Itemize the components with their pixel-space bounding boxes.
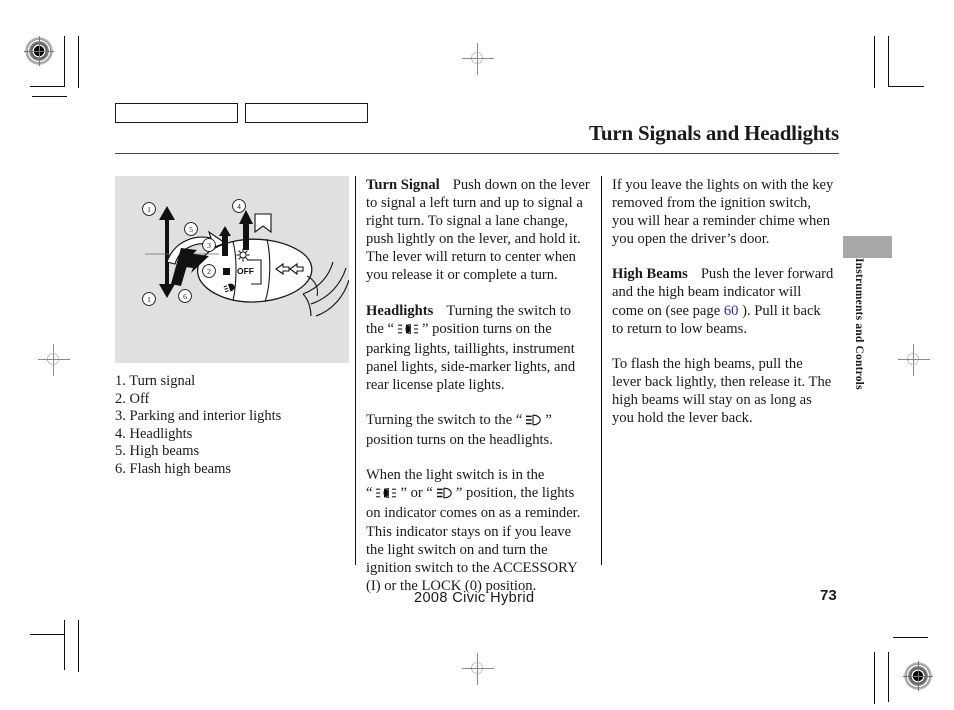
crop-mark-bottom-right-vertical [888,652,889,702]
parking-light-symbol [375,486,397,504]
registration-crosshair-bottom-center [462,653,494,685]
svg-text:5: 5 [189,225,193,234]
header-box-right [245,103,368,123]
svg-text:OFF: OFF [237,266,254,276]
figure-callout-list: 1. Turn signal 2. Off 3. Parking and int… [115,373,349,478]
headlight-symbol [525,413,542,431]
right-column: If you leave the lights on with the key … [612,176,834,427]
svg-text:1: 1 [147,295,151,304]
column-divider-left [355,176,356,565]
turn-signal-lever-illustration: OFF 1 1 6 5 3 2 4 [115,176,349,363]
column-divider-right [601,176,602,565]
callout-item-6: 6. Flash high beams [115,460,231,477]
crop-mark-top-left-outer-vertical [78,36,79,88]
high-beams-heading: High Beams [612,266,688,283]
crop-mark-top-right-outer-vertical [874,36,875,88]
headlights-heading: Headlights [366,302,434,319]
left-column: OFF 1 1 6 5 3 2 4 1. Turn signal 2. Off … [115,176,349,478]
header-box-left [115,103,238,123]
crop-mark-top-left-outer [32,96,67,97]
headlights-paragraph: Headlights Turning the switch to the “” p… [366,302,592,394]
crop-mark-top-left-vertical [64,36,65,86]
registration-crosshair-right-center [898,344,930,376]
indicator-after: ” position, the lights on indicator come… [366,485,581,594]
registration-crosshair-top-center [462,43,494,75]
page-reference-link[interactable]: 60 [724,303,739,319]
high-beams-paragraph: High Beams Push the lever forward and the… [612,265,834,337]
callout-item-1: 1. Turn signal [115,373,196,389]
svg-text:2: 2 [207,267,211,276]
crop-mark-bottom-right-outer-vertical [874,652,875,704]
title-divider [115,153,839,154]
svg-text:4: 4 [237,202,241,211]
indicator-quote-open: “ [366,485,373,502]
headlight-position-paragraph: Turning the switch to the “” position tu… [366,411,592,449]
section-tab-marker [843,236,892,258]
headlight-position-before: Turning the switch to the “ [366,412,523,429]
footer-model-name: 2008 Civic Hybrid [414,590,535,606]
crop-mark-bottom-left-outer-vertical [78,620,79,672]
crop-mark-bottom-left-horizontal [30,634,65,635]
indicator-line1: When the light switch is in the [366,467,545,484]
registration-target-bottom-right [903,661,933,691]
flash-high-beams-paragraph: To flash the high beams, pull the lever … [612,355,832,427]
indicator-quote-or: ” or “ [400,485,433,502]
footer-page-number: 73 [820,587,837,604]
headlight-symbol [436,486,453,504]
callout-item-5: 5. High beams [115,443,200,459]
svg-text:1: 1 [147,205,151,214]
callout-item-4: 4. Headlights [115,425,193,442]
callout-item-2: 2. Off [115,390,150,407]
crop-mark-top-left-horizontal [30,86,65,87]
svg-text:3: 3 [207,241,211,250]
turn-signal-paragraph: Turn Signal Push down on the lever to sig… [366,176,592,285]
registration-target-top-left [24,36,54,66]
crop-mark-bottom-right-horizontal [893,637,928,638]
crop-mark-top-right-horizontal [888,86,924,87]
section-tab-label: Instruments and Controls [853,258,865,390]
registration-crosshair-left-center [38,344,70,376]
lights-reminder-paragraph: If you leave the lights on with the key … [612,177,834,248]
parking-light-symbol [397,322,419,340]
lights-indicator-paragraph: When the light switch is in the “ ” or “” … [366,466,592,595]
crop-mark-bottom-left-vertical [64,620,65,670]
crop-mark-top-right-vertical [888,36,889,86]
middle-column: Turn Signal Push down on the lever to sig… [366,176,592,595]
turn-signal-heading: Turn Signal [366,177,440,193]
callout-item-3: 3. Parking and interior lights [115,408,282,424]
page-title: Turn Signals and Headlights [588,121,839,145]
svg-text:6: 6 [183,292,187,301]
